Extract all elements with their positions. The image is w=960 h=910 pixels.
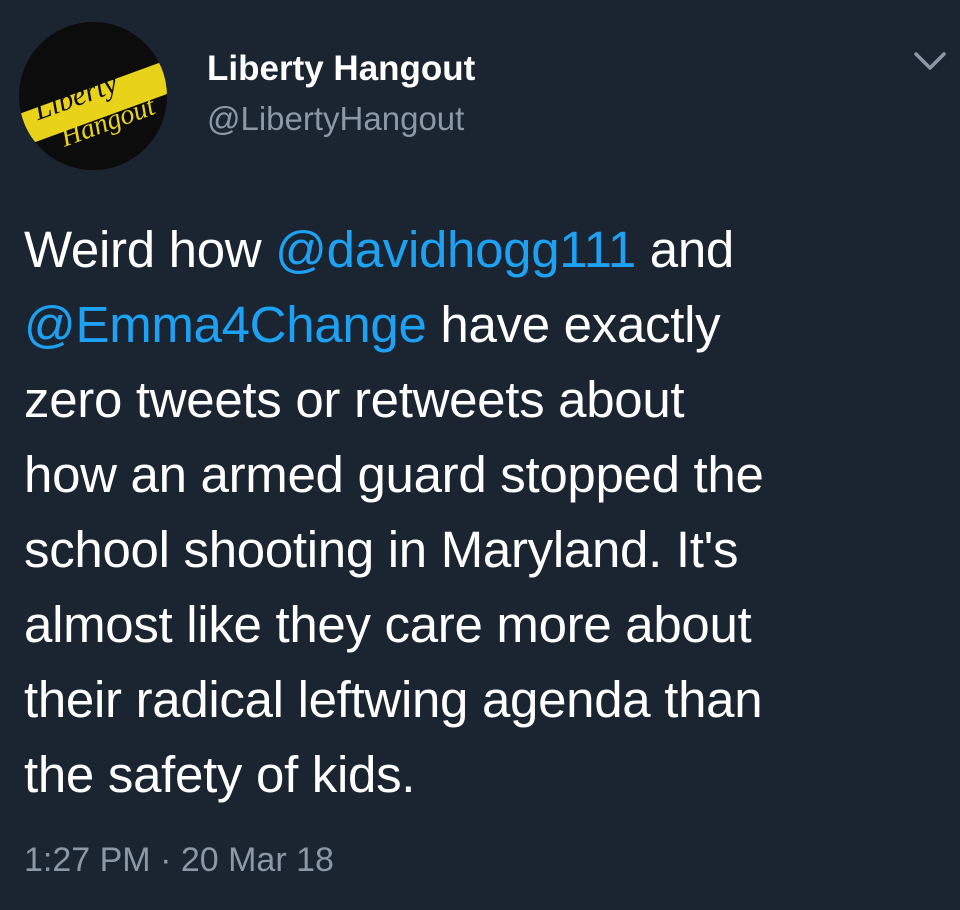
display-name[interactable]: Liberty Hangout	[207, 48, 475, 90]
tweet-text-line: almost like they care more about	[24, 587, 944, 662]
chevron-down-icon	[914, 52, 946, 70]
author-info: Liberty Hangout @LibertyHangout	[207, 48, 475, 140]
tweet-text-line: the safety of kids.	[24, 737, 944, 812]
tweet-text-segment: zero tweets or retweets about	[24, 371, 685, 428]
tweet-menu-button[interactable]	[912, 48, 948, 74]
tweet-timestamp[interactable]: 1:27 PM · 20 Mar 18	[24, 840, 334, 880]
mention-link[interactable]: @davidhogg111	[275, 221, 636, 278]
avatar[interactable]: Liberty Hangout	[19, 22, 167, 170]
tweet-text: Weird how @davidhogg111 and @Emma4Change …	[24, 212, 944, 812]
tweet-text-segment: almost like they care more about	[24, 596, 752, 653]
tweet-text-segment: their radical leftwing agenda than	[24, 671, 763, 728]
mention-link[interactable]: @Emma4Change	[24, 296, 427, 353]
tweet-text-line: school shooting in Maryland. It's	[24, 512, 944, 587]
tweet-text-line: @Emma4Change have exactly	[24, 287, 944, 362]
user-handle[interactable]: @LibertyHangout	[207, 98, 475, 140]
tweet-text-segment: school shooting in Maryland. It's	[24, 521, 739, 578]
tweet-text-segment: and	[635, 221, 735, 278]
tweet-text-segment: have exactly	[426, 296, 721, 353]
tweet-text-line: zero tweets or retweets about	[24, 362, 944, 437]
tweet-text-segment: Weird how	[24, 221, 276, 278]
tweet-text-line: their radical leftwing agenda than	[24, 662, 944, 737]
tweet-text-segment: the safety of kids.	[24, 746, 416, 803]
tweet-text-line: Weird how @davidhogg111 and	[24, 212, 944, 287]
liberty-hangout-logo-icon: Liberty Hangout	[19, 22, 167, 170]
tweet-card: Liberty Hangout Liberty Hangout @Liberty…	[0, 0, 960, 910]
tweet-text-segment: how an armed guard stopped the	[24, 446, 764, 503]
tweet-text-line: how an armed guard stopped the	[24, 437, 944, 512]
